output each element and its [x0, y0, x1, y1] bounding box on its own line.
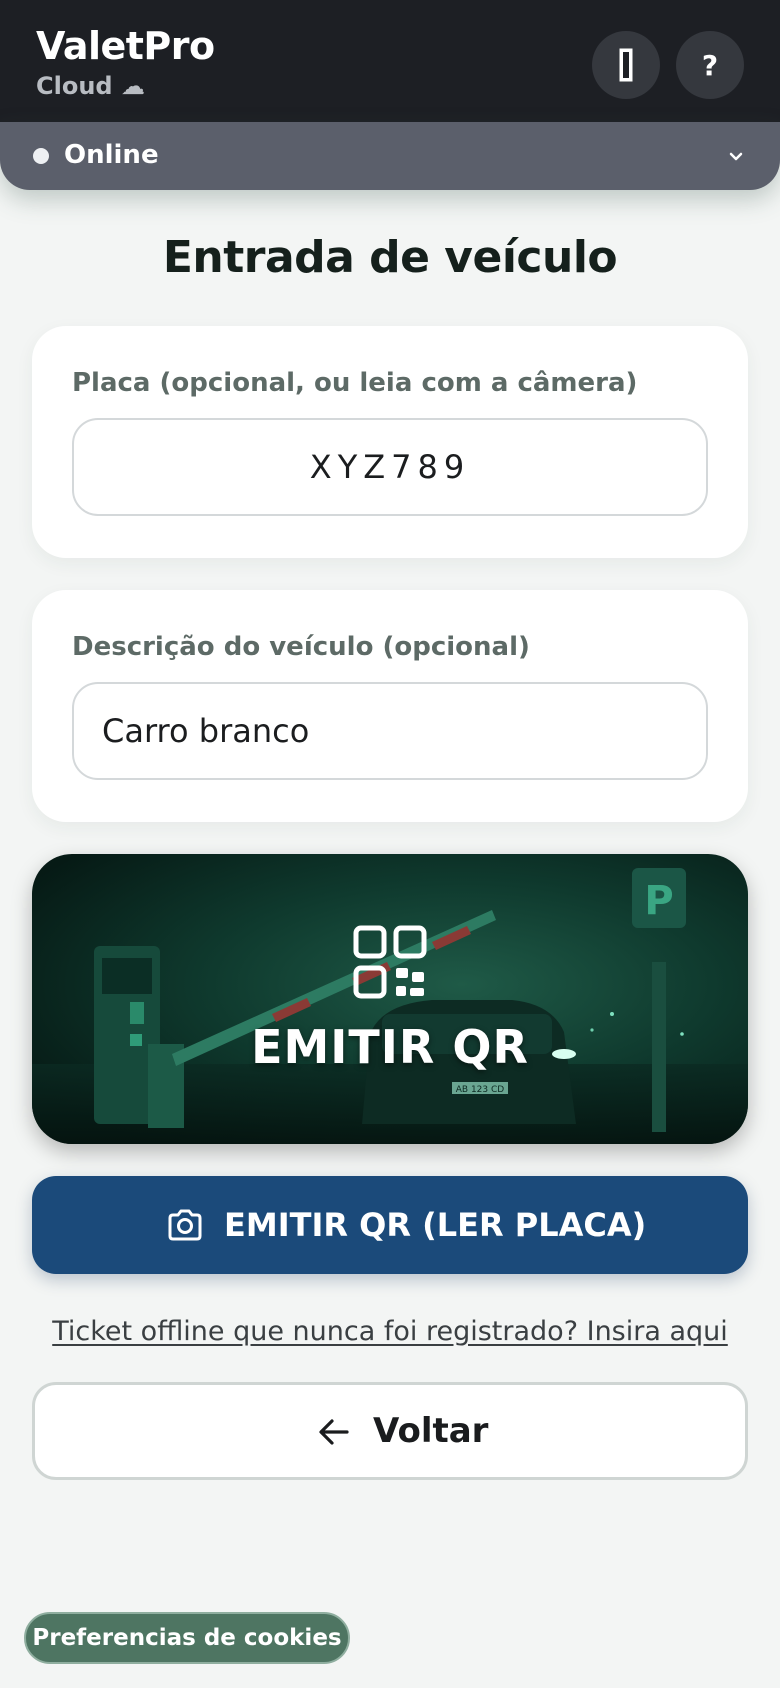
- qr-code-icon: [353, 925, 427, 999]
- emit-qr-label: EMITIR QR: [251, 1020, 529, 1074]
- arrow-left-icon: [319, 1419, 349, 1445]
- connection-status-bar[interactable]: Online: [0, 122, 780, 190]
- brand-subtitle: Cloud ☁: [36, 72, 145, 100]
- page-title: Entrada de veículo: [162, 232, 618, 283]
- plate-input[interactable]: [72, 418, 708, 516]
- back-button-label: Voltar: [373, 1411, 489, 1451]
- brand-title: ValetPro: [36, 24, 215, 68]
- emit-qr-button[interactable]: AB 123 CD P: [32, 854, 748, 1144]
- help-button[interactable]: ?: [676, 31, 744, 99]
- svg-text:P: P: [644, 878, 673, 924]
- emit-qr-scan-plate-button[interactable]: EMITIR QR (LER PLACA): [32, 1176, 748, 1274]
- plate-label: Placa (opcional, ou leia com a câmera): [72, 368, 638, 398]
- plate-card: Placa (opcional, ou leia com a câmera): [32, 326, 748, 558]
- offline-ticket-link[interactable]: Ticket offline que nunca foi registrado?…: [0, 1316, 780, 1347]
- theme-toggle-button[interactable]: [592, 31, 660, 99]
- cookie-preferences-button[interactable]: Preferencias de cookies: [24, 1612, 350, 1664]
- bw-rectangle-icon: [619, 48, 633, 82]
- description-input[interactable]: [72, 682, 708, 780]
- description-card: Descrição do veículo (opcional): [32, 590, 748, 822]
- back-button[interactable]: Voltar: [32, 1382, 748, 1480]
- car-plate-text: AB 123 CD: [456, 1085, 505, 1095]
- chevron-down-icon: [729, 152, 743, 161]
- app-header: ValetPro Cloud ☁ ?: [0, 0, 780, 124]
- status-dot: [33, 148, 49, 164]
- description-label: Descrição do veículo (opcional): [72, 632, 530, 662]
- camera-icon: [168, 1209, 202, 1241]
- scan-button-label: EMITIR QR (LER PLACA): [224, 1206, 647, 1244]
- status-label: Online: [64, 140, 159, 170]
